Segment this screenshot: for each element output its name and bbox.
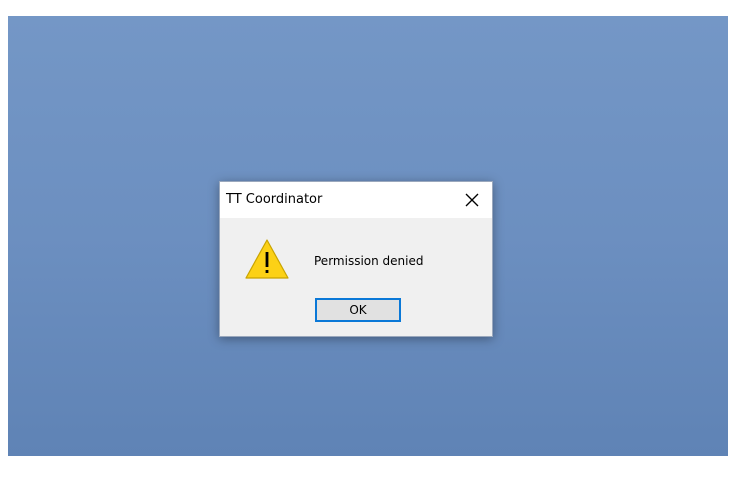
- dialog-message: Permission denied: [314, 254, 424, 268]
- desktop-background: TT Coordinator Permission denied OK: [8, 16, 728, 456]
- close-button[interactable]: [452, 182, 492, 218]
- ok-button[interactable]: OK: [315, 298, 401, 322]
- warning-icon: [245, 239, 289, 279]
- dialog-titlebar: TT Coordinator: [220, 182, 492, 218]
- message-dialog: TT Coordinator Permission denied OK: [219, 181, 493, 337]
- dialog-title: TT Coordinator: [226, 192, 323, 207]
- close-icon: [465, 193, 479, 207]
